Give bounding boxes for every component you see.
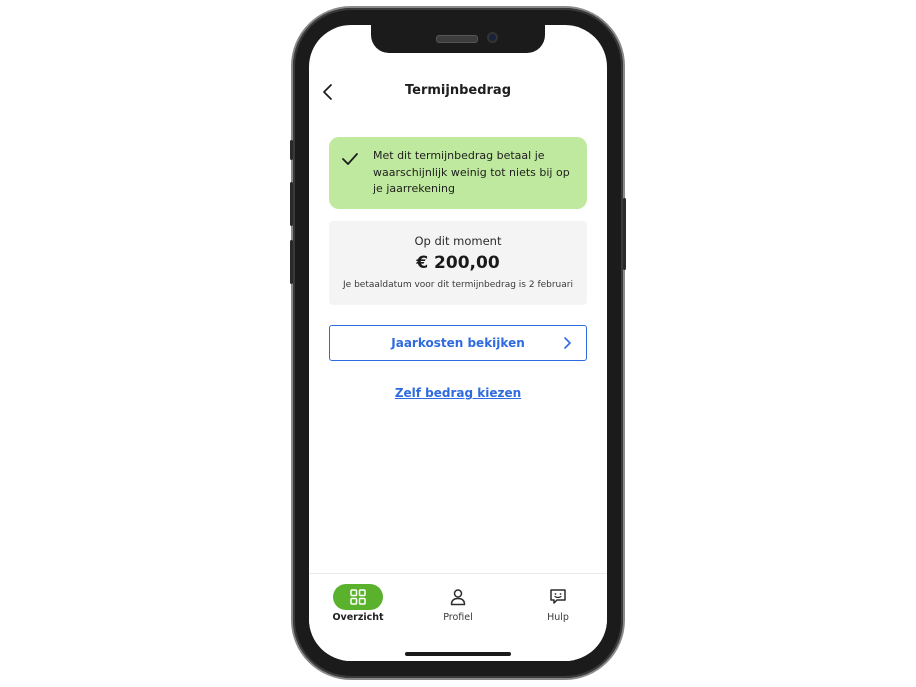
tab-profiel-label: Profiel (443, 612, 473, 623)
person-icon (450, 589, 466, 606)
phone-frame: Termijnbedrag Met dit termijnbedrag beta… (290, 8, 626, 678)
amount-label: Op dit moment (414, 234, 502, 248)
amount-value: € 200,00 (416, 253, 500, 273)
checkmark-icon (342, 153, 358, 165)
power-button (623, 198, 626, 270)
front-camera (487, 32, 498, 43)
amount-card: Op dit moment € 200,00 Je betaaldatum vo… (329, 221, 587, 305)
view-annual-costs-button[interactable]: Jaarkosten bekijken (329, 325, 587, 361)
notch (371, 25, 545, 53)
grid-icon (350, 589, 366, 605)
bottom-tab-bar: Overzicht Profiel Hulp (309, 573, 607, 661)
tab-overzicht[interactable]: Overzicht (318, 582, 398, 632)
success-banner: Met dit termijnbedrag betaal je waarschi… (329, 137, 587, 209)
choose-amount-link-row: Zelf bedrag kiezen (309, 382, 607, 401)
tab-hulp-pill (533, 584, 583, 610)
payment-date-note: Je betaaldatum voor dit termijnbedrag is… (343, 280, 573, 290)
tab-overzicht-label: Overzicht (332, 612, 384, 623)
success-message: Met dit termijnbedrag betaal je waarschi… (373, 149, 570, 195)
screen: Termijnbedrag Met dit termijnbedrag beta… (309, 25, 607, 661)
tab-profiel-pill (433, 584, 483, 610)
choose-amount-link[interactable]: Zelf bedrag kiezen (395, 386, 521, 400)
view-annual-costs-label: Jaarkosten bekijken (391, 336, 525, 350)
page-title: Termijnbedrag (405, 83, 511, 98)
tab-hulp[interactable]: Hulp (518, 582, 598, 632)
top-bar: Termijnbedrag (309, 77, 607, 107)
volume-up-button (290, 182, 293, 226)
chat-icon (550, 589, 566, 604)
tab-hulp-label: Hulp (547, 612, 569, 623)
home-indicator[interactable] (405, 652, 511, 656)
volume-down-button (290, 240, 293, 284)
speaker-grille (436, 35, 478, 43)
chevron-right-icon (564, 337, 571, 349)
tab-profiel[interactable]: Profiel (418, 582, 498, 632)
mute-switch (290, 140, 293, 160)
tab-overzicht-pill (333, 584, 383, 610)
